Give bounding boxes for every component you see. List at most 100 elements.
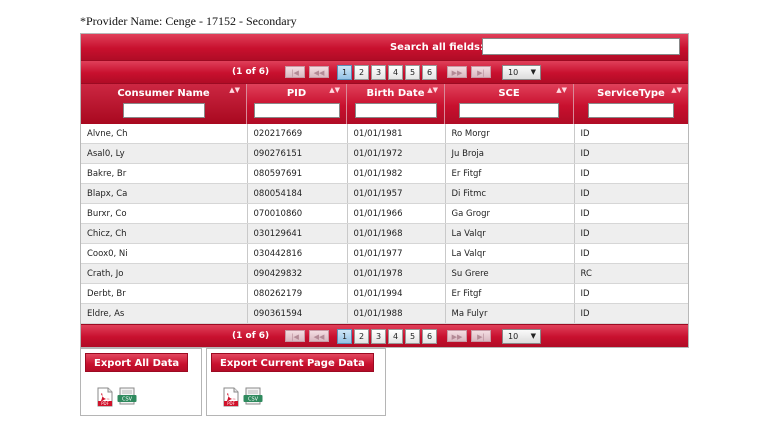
page-2-button[interactable]: 2 — [354, 65, 369, 80]
table-row[interactable]: Coox0, Ni 030442816 01/01/1977 La Valqr ID — [81, 243, 688, 264]
consumer-name-cell: Burxr, Co — [81, 203, 248, 224]
csv-icon[interactable]: CSV — [243, 387, 263, 405]
consumer-data-grid: Search all fields: (1 of 6) |◀ ◀◀ 1 2 3 … — [80, 33, 689, 348]
page-3-button[interactable]: 3 — [371, 329, 386, 344]
service-type-cell: ID — [574, 143, 688, 164]
page-5-button[interactable]: 5 — [405, 329, 420, 344]
export-current-page-panel: Export Current Page Data PDF CSV — [206, 348, 386, 416]
rows-per-page-select[interactable]: 10 ▼ — [502, 65, 541, 80]
search-label: Search all fields: — [389, 42, 484, 53]
page-1-button[interactable]: 1 — [337, 329, 352, 344]
prev-page-button[interactable]: ◀◀ — [309, 66, 329, 78]
column-header-service-type[interactable]: ServiceType ▲▼ — [574, 84, 688, 124]
svg-text:PDF: PDF — [227, 401, 235, 406]
csv-icon[interactable]: CSV — [117, 387, 137, 405]
column-header-consumer-name[interactable]: Consumer Name ▲▼ — [81, 84, 247, 124]
service-type-cell: ID — [574, 283, 688, 304]
page-count-text: (1 of 6) — [232, 331, 270, 341]
service-type-cell: ID — [574, 203, 688, 224]
consumer-name-cell: Crath, Jo — [81, 263, 248, 284]
page-4-button[interactable]: 4 — [388, 329, 403, 344]
pid-cell: 080262179 — [247, 283, 348, 304]
page-5-button[interactable]: 5 — [405, 65, 420, 80]
next-page-button[interactable]: ▶▶ — [447, 66, 467, 78]
sce-cell: Ro Morgr — [445, 124, 575, 144]
table-row[interactable]: Alvne, Ch 020217669 01/01/1981 Ro Morgr ID — [81, 124, 688, 144]
sort-icon[interactable]: ▲▼ — [671, 87, 682, 94]
column-header-birth-date[interactable]: Birth Date ▲▼ — [347, 84, 445, 124]
sort-icon[interactable]: ▲▼ — [229, 87, 240, 94]
service-type-cell: RC — [574, 263, 688, 284]
last-page-button[interactable]: ▶| — [471, 66, 491, 78]
birth-date-cell: 01/01/1978 — [347, 263, 446, 284]
pid-cell: 090429832 — [247, 263, 348, 284]
birth-date-cell: 01/01/1977 — [347, 243, 446, 264]
service-type-filter-input[interactable] — [588, 103, 674, 118]
column-header-row: Consumer Name ▲▼ PID ▲▼ Birth Date ▲▼ SC… — [81, 84, 688, 124]
consumer-name-filter-input[interactable] — [122, 103, 205, 118]
birth-date-cell: 01/01/1966 — [347, 203, 446, 224]
export-current-page-button[interactable]: Export Current Page Data — [211, 353, 374, 372]
export-all-data-button[interactable]: Export All Data — [85, 353, 189, 372]
birth-date-cell: 01/01/1968 — [347, 223, 446, 244]
service-type-cell: ID — [574, 163, 688, 184]
sce-cell: Er Fitgf — [445, 163, 575, 184]
column-header-sce[interactable]: SCE ▲▼ — [445, 84, 574, 124]
page-4-button[interactable]: 4 — [388, 65, 403, 80]
svg-text:CSV: CSV — [122, 397, 133, 403]
bottom-paginator: (1 of 6) |◀ ◀◀ 1 2 3 4 5 6 ▶▶ ▶| 10 ▼ — [81, 324, 688, 347]
table-row[interactable]: Bakre, Br 080597691 01/01/1982 Er Fitgf ID — [81, 163, 688, 184]
page-6-button[interactable]: 6 — [422, 65, 437, 80]
column-header-pid[interactable]: PID ▲▼ — [247, 84, 347, 124]
sort-icon[interactable]: ▲▼ — [427, 87, 438, 94]
pdf-icon[interactable]: PDF — [223, 387, 239, 407]
consumer-name-cell: Asal0, Ly — [81, 143, 248, 164]
consumer-name-cell: Derbt, Br — [81, 283, 248, 304]
sce-cell: Ju Broja — [445, 143, 575, 164]
sort-icon[interactable]: ▲▼ — [556, 87, 567, 94]
service-type-cell: ID — [574, 124, 688, 144]
pdf-icon[interactable]: PDF — [97, 387, 113, 407]
page-6-button[interactable]: 6 — [422, 329, 437, 344]
page-2-button[interactable]: 2 — [354, 329, 369, 344]
sce-cell: Ma Fulyr — [445, 303, 575, 324]
consumer-name-cell: Coox0, Ni — [81, 243, 248, 264]
table-row[interactable]: Burxr, Co 070010860 01/01/1966 Ga Grogr ID — [81, 203, 688, 224]
table-row[interactable]: Blapx, Ca 080054184 01/01/1957 Di Fitmc ID — [81, 183, 688, 204]
consumer-name-cell: Alvne, Ch — [81, 124, 248, 144]
table-row[interactable]: Asal0, Ly 090276151 01/01/1972 Ju Broja ID — [81, 143, 688, 164]
pid-filter-input[interactable] — [253, 103, 340, 118]
last-page-button[interactable]: ▶| — [471, 330, 491, 342]
sce-cell: Er Fitgf — [445, 283, 575, 304]
table-row[interactable]: Eldre, As 090361594 01/01/1988 Ma Fulyr ID — [81, 303, 688, 324]
rows-per-page-select[interactable]: 10 ▼ — [502, 329, 541, 344]
pid-cell: 080597691 — [247, 163, 348, 184]
next-page-button[interactable]: ▶▶ — [447, 330, 467, 342]
table-row[interactable]: Crath, Jo 090429832 01/01/1978 Su Grere RC — [81, 263, 688, 284]
global-search-bar: Search all fields: — [81, 34, 688, 61]
birth-date-cell: 01/01/1972 — [347, 143, 446, 164]
sort-icon[interactable]: ▲▼ — [329, 87, 340, 94]
page-count-text: (1 of 6) — [232, 67, 270, 77]
sce-cell: Di Fitmc — [445, 183, 575, 204]
birth-date-filter-input[interactable] — [354, 103, 437, 118]
data-table: Alvne, Ch 020217669 01/01/1981 Ro Morgr ID A… — [81, 124, 688, 324]
consumer-name-cell: Bakre, Br — [81, 163, 248, 184]
sce-filter-input[interactable] — [459, 103, 559, 118]
page-1-button[interactable]: 1 — [337, 65, 352, 80]
consumer-name-cell: Chicz, Ch — [81, 223, 248, 244]
table-row[interactable]: Chicz, Ch 030129641 01/01/1968 La Valqr ID — [81, 223, 688, 244]
table-row[interactable]: Derbt, Br 080262179 01/01/1994 Er Fitgf ID — [81, 283, 688, 304]
sce-cell: La Valqr — [445, 223, 575, 244]
pid-cell: 030129641 — [247, 223, 348, 244]
pid-cell: 090361594 — [247, 303, 348, 324]
search-all-fields-input[interactable] — [482, 38, 680, 55]
prev-page-button[interactable]: ◀◀ — [309, 330, 329, 342]
svg-text:CSV: CSV — [248, 397, 259, 403]
pid-cell: 030442816 — [247, 243, 348, 264]
first-page-button[interactable]: |◀ — [285, 66, 305, 78]
sce-cell: Ga Grogr — [445, 203, 575, 224]
page-3-button[interactable]: 3 — [371, 65, 386, 80]
birth-date-cell: 01/01/1957 — [347, 183, 446, 204]
first-page-button[interactable]: |◀ — [285, 330, 305, 342]
